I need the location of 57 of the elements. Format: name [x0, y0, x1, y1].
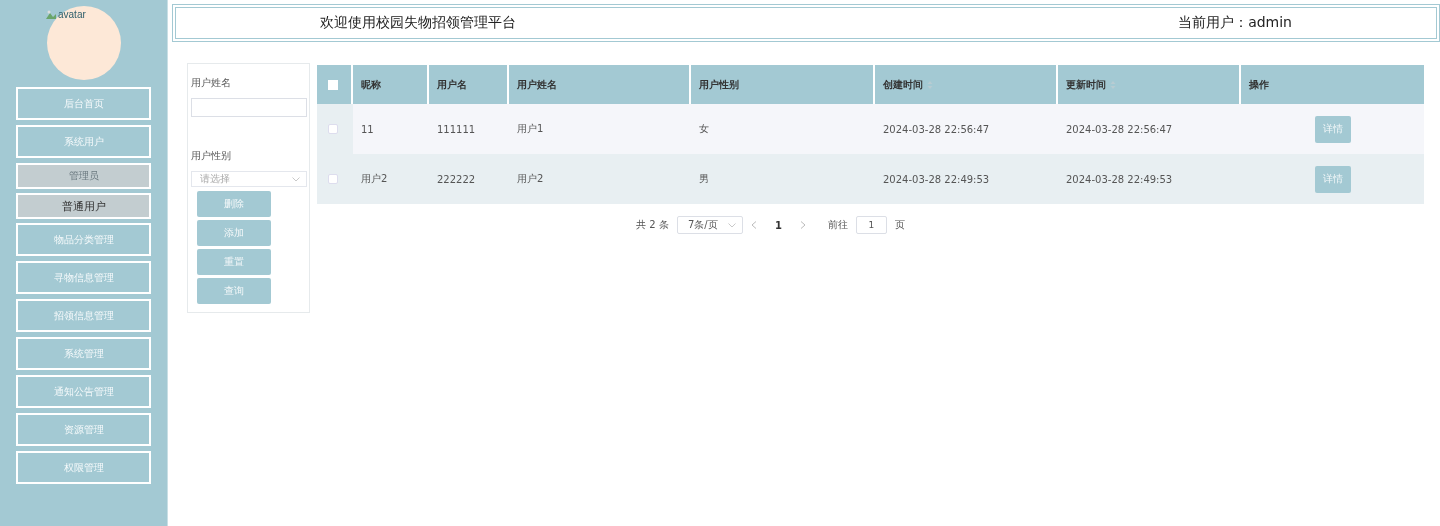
table-cell-text: 11 [360, 122, 375, 137]
select-all-checkbox[interactable] [328, 79, 338, 90]
table-cell-text: 男 [698, 172, 710, 186]
column-header: 操作 [1241, 65, 1424, 104]
page-suffix: 页 [894, 218, 905, 232]
caret-icon [727, 222, 736, 228]
next-page-icon[interactable] [799, 221, 806, 229]
field-label: 用户性别 [191, 149, 232, 163]
table-cell-text: 2024-03-28 22:49:53 [882, 172, 991, 187]
column-header: 用户性别 [691, 65, 875, 104]
action-button[interactable]: 删除 [197, 191, 271, 217]
action-button[interactable]: 查询 [197, 278, 271, 304]
table-cell-text: 用户2 [516, 172, 545, 186]
table-cell-text: 2024-03-28 22:49:53 [1065, 172, 1174, 187]
menu-item[interactable]: 寻物信息管理 [16, 261, 151, 294]
submenu-item[interactable]: 管理员 [16, 163, 151, 189]
menu-item[interactable]: 权限管理 [16, 451, 151, 484]
row-checkbox[interactable] [328, 174, 338, 184]
details-button[interactable]: 详情 [1314, 165, 1351, 193]
table-cell-text: 2024-03-28 22:56:47 [1065, 122, 1174, 137]
row-checkbox[interactable] [328, 124, 338, 134]
table-cell-text: 女 [698, 122, 710, 136]
select-field[interactable]: 请选择 [191, 171, 307, 187]
menu-item[interactable]: 系统管理 [16, 337, 151, 370]
column-header: 昵称 [353, 65, 429, 104]
table-cell-text: 111111 [436, 122, 477, 137]
submenu-item[interactable]: 普通用户 [16, 193, 151, 219]
column-header: 创建时间 [875, 65, 1058, 104]
goto-label: 前往 [827, 218, 848, 232]
table-cell-text: 用户2 [360, 172, 389, 186]
menu-item[interactable]: 资源管理 [16, 413, 151, 446]
broken-image-icon [46, 10, 56, 19]
page-input[interactable]: 1 [855, 216, 887, 234]
column-header: 更新时间 [1058, 65, 1241, 104]
table-cell-text: 用户1 [516, 122, 545, 136]
column-header: 用户姓名 [509, 65, 691, 104]
action-button[interactable]: 添加 [197, 220, 271, 246]
action-button[interactable]: 重置 [197, 249, 271, 275]
avatar-alt-text: avatar [58, 9, 86, 20]
page-number[interactable]: 1 [764, 219, 792, 231]
table-cell-text: 2024-03-28 22:56:47 [882, 122, 991, 137]
input-field[interactable] [191, 98, 307, 117]
menu-item[interactable]: 招领信息管理 [16, 299, 151, 332]
menu-item[interactable]: 通知公告管理 [16, 375, 151, 408]
menu-item[interactable]: 后台首页 [16, 87, 151, 120]
total-count: 共 2 条 [636, 218, 669, 232]
menu-item[interactable]: 物品分类管理 [16, 223, 151, 256]
field-label: 用户姓名 [191, 76, 232, 90]
table-cell-text: 222222 [436, 172, 477, 187]
caret-icon [292, 176, 300, 182]
page-title: 欢迎使用校园失物招领管理平台 [320, 14, 516, 32]
column-header: 用户名 [429, 65, 509, 104]
details-button[interactable]: 详情 [1314, 115, 1351, 143]
menu-item[interactable]: 系统用户 [16, 125, 151, 158]
previous-page-icon[interactable] [750, 221, 757, 229]
current-user: 当前用户：admin [1178, 14, 1292, 32]
page-size-select[interactable]: 7条/页 [676, 216, 743, 234]
